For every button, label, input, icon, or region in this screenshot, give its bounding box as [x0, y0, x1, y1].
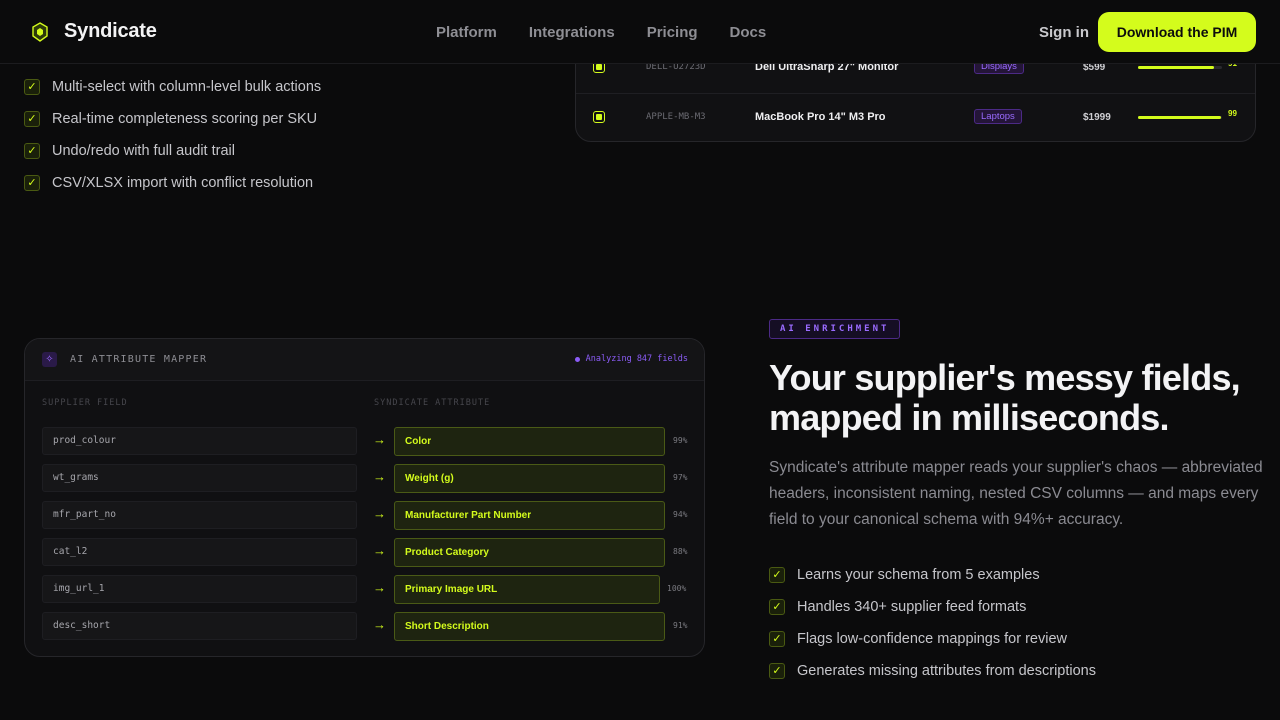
- supplier-field: desc_short: [42, 612, 357, 640]
- feature-text: Generates missing attributes from descri…: [797, 663, 1096, 679]
- confidence-score: 99%: [673, 436, 688, 445]
- nav-link-integrations[interactable]: Integrations: [529, 24, 615, 41]
- sign-in-link[interactable]: Sign in: [1039, 24, 1089, 41]
- syndicate-logo-icon: [32, 22, 48, 42]
- arrow-right-icon: →: [373, 469, 386, 484]
- category-badge: Laptops: [974, 109, 1022, 124]
- mapping-row[interactable]: desc_short → Short Description 91%: [42, 612, 692, 641]
- check-icon: ✓: [24, 143, 40, 159]
- mapper-title: AI ATTRIBUTE MAPPER: [70, 354, 208, 365]
- completeness-bar: [1138, 66, 1222, 69]
- list-item: ✓ Flags low-confidence mappings for revie…: [769, 623, 1096, 655]
- check-icon: ✓: [24, 79, 40, 95]
- check-icon: ✓: [769, 663, 785, 679]
- product-name-cell: MacBook Pro 14" M3 Pro: [755, 111, 886, 123]
- row-checkbox[interactable]: [593, 111, 605, 123]
- list-item: ✓ Real-time completeness scoring per SKU: [24, 103, 321, 135]
- completeness-fill: [1138, 116, 1222, 119]
- supplier-field: mfr_part_no: [42, 501, 357, 529]
- mapping-row[interactable]: cat_l2 → Product Category 88%: [42, 538, 692, 567]
- column-header-supplier: SUPPLIER FIELD: [42, 398, 128, 408]
- mapper-header: ✧ AI ATTRIBUTE MAPPER Analyzing 847 fiel…: [25, 339, 704, 381]
- download-pim-button[interactable]: Download the PIM: [1098, 12, 1256, 52]
- arrow-right-icon: →: [373, 580, 386, 595]
- check-icon: ✓: [24, 111, 40, 127]
- attribute-mapper-card: ✧ AI ATTRIBUTE MAPPER Analyzing 847 fiel…: [24, 338, 705, 657]
- nav-link-docs[interactable]: Docs: [730, 24, 767, 41]
- feature-text: Real-time completeness scoring per SKU: [52, 111, 318, 127]
- arrow-right-icon: →: [373, 543, 386, 558]
- mapping-row[interactable]: img_url_1 → Primary Image URL 100%: [42, 575, 692, 604]
- check-icon: ✓: [769, 567, 785, 583]
- confidence-score: 97%: [673, 473, 688, 482]
- confidence-score: 91%: [673, 621, 688, 630]
- list-item: ✓ Undo/redo with full audit trail: [24, 135, 321, 167]
- nav-link-pricing[interactable]: Pricing: [647, 24, 698, 41]
- arrow-right-icon: →: [373, 617, 386, 632]
- confidence-score: 100%: [667, 584, 687, 593]
- mapping-row[interactable]: wt_grams → Weight (g) 97%: [42, 464, 692, 493]
- sparkle-icon: ✧: [42, 352, 57, 367]
- list-item: ✓ Multi-select with column-level bulk act…: [24, 71, 321, 103]
- list-item: ✓ CSV/XLSX import with conflict resolutio…: [24, 167, 321, 199]
- list-item: ✓ Learns your schema from 5 examples: [769, 559, 1096, 591]
- arrow-right-icon: →: [373, 432, 386, 447]
- confidence-score: 94%: [673, 510, 688, 519]
- check-icon: ✓: [769, 631, 785, 647]
- completeness-fill: [1138, 66, 1215, 69]
- brand-name[interactable]: Syndicate: [64, 20, 157, 43]
- feature-text: Handles 340+ supplier feed formats: [797, 599, 1027, 615]
- arrow-right-icon: →: [373, 506, 386, 521]
- section-heading: Your supplier's messy fields, mapped in …: [769, 357, 1241, 438]
- feature-text: CSV/XLSX import with conflict resolution: [52, 175, 314, 191]
- mapper-status: Analyzing 847 fields: [574, 354, 688, 364]
- syndicate-attribute[interactable]: Weight (g): [394, 464, 665, 493]
- table-row[interactable]: APPLE-MB-M3 MacBook Pro 14" M3 Pro Lapto…: [576, 93, 1255, 141]
- mapping-row[interactable]: prod_colour → Color 99%: [42, 427, 692, 456]
- syndicate-attribute[interactable]: Primary Image URL: [394, 575, 660, 604]
- section-description: Syndicate's attribute mapper reads your …: [769, 459, 1263, 528]
- top-navigation: Syndicate Platform Integrations Pricing …: [0, 0, 1280, 64]
- check-icon: ✓: [24, 175, 40, 191]
- nav-link-platform[interactable]: Platform: [436, 24, 497, 41]
- completeness-bar: [1138, 116, 1222, 119]
- list-item: ✓ Generates missing attributes from descr…: [769, 655, 1096, 687]
- supplier-field: cat_l2: [42, 538, 357, 566]
- nav-links: Platform Integrations Pricing Docs: [436, 24, 766, 41]
- sku-cell: APPLE-MB-M3: [646, 112, 706, 122]
- grid-feature-list: ✓ Multi-select with column-level bulk act…: [24, 71, 321, 199]
- check-icon: ✓: [769, 599, 785, 615]
- supplier-field: prod_colour: [42, 427, 357, 455]
- supplier-field: wt_grams: [42, 464, 357, 492]
- status-text: Analyzing 847 fields: [585, 354, 688, 364]
- mapping-row[interactable]: mfr_part_no → Manufacturer Part Number 9…: [42, 501, 692, 530]
- feature-text: Undo/redo with full audit trail: [52, 143, 235, 159]
- list-item: ✓ Handles 340+ supplier feed formats: [769, 591, 1096, 623]
- status-dot-icon: [574, 356, 580, 362]
- section-tag: AI ENRICHMENT: [769, 319, 901, 339]
- feature-text: Learns your schema from 5 examples: [797, 567, 1040, 583]
- enrichment-feature-list: ✓ Learns your schema from 5 examples ✓ Han…: [769, 559, 1096, 687]
- syndicate-attribute[interactable]: Manufacturer Part Number: [394, 501, 665, 530]
- column-header-attribute: SYNDICATE ATTRIBUTE: [374, 398, 491, 408]
- supplier-field: img_url_1: [42, 575, 357, 603]
- completeness-score: 99: [1228, 109, 1237, 118]
- syndicate-attribute[interactable]: Short Description: [394, 612, 665, 641]
- feature-text: Multi-select with column-level bulk acti…: [52, 79, 322, 95]
- price-cell: $1999: [1083, 112, 1111, 123]
- feature-text: Flags low-confidence mappings for review: [797, 631, 1067, 647]
- confidence-score: 88%: [673, 547, 688, 556]
- syndicate-attribute[interactable]: Color: [394, 427, 665, 456]
- syndicate-attribute[interactable]: Product Category: [394, 538, 665, 567]
